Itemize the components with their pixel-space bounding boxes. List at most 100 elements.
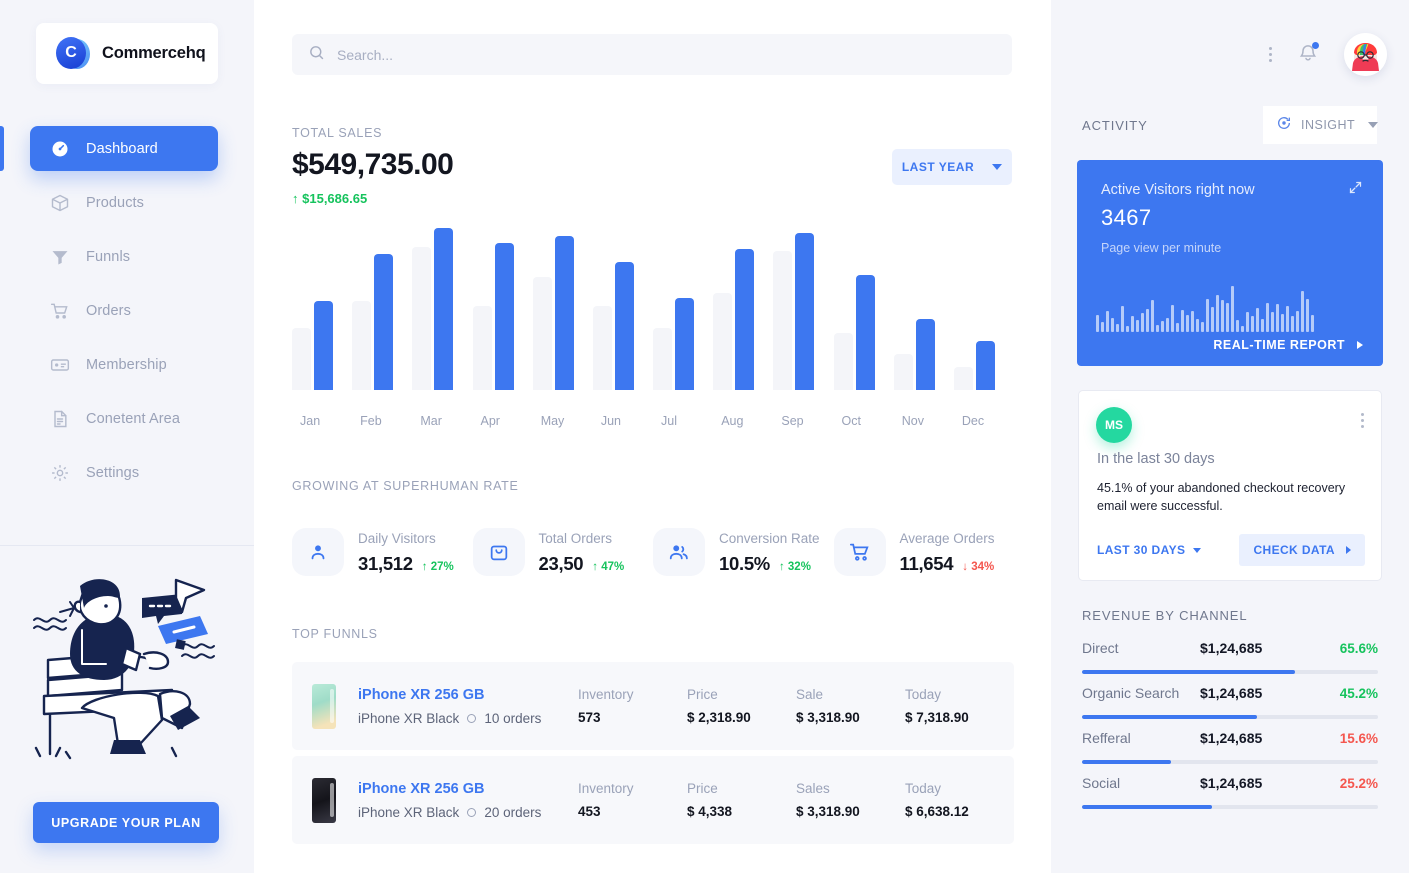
bar-previous-apr[interactable] <box>472 305 492 390</box>
sidebar-item-membership[interactable]: Membership <box>30 342 218 387</box>
bar-previous-mar[interactable] <box>412 247 432 390</box>
insight-dropdown[interactable]: INSIGHT <box>1263 106 1379 144</box>
refresh-insight-icon <box>1276 115 1292 136</box>
bell-icon[interactable] <box>1298 41 1319 68</box>
black-iphone-thumb <box>312 777 336 823</box>
bar-current-sep[interactable] <box>795 232 815 390</box>
sidebar-item-funnls[interactable]: Funnls <box>30 234 218 279</box>
stat-value: 31,512 <box>358 552 413 574</box>
sidebar-item-orders[interactable]: Orders <box>30 288 218 333</box>
sparkline-bar <box>1191 310 1194 332</box>
cart-icon <box>833 528 886 576</box>
realtime-report-label: REAL-TIME REPORT <box>1213 338 1345 352</box>
column-value: $ 3,318.90 <box>795 804 860 819</box>
channel-name: Direct <box>1082 640 1119 656</box>
stat-change: ↑ 47% <box>592 560 625 573</box>
x-tick-apr: Apr <box>480 414 500 428</box>
bar-previous-may[interactable] <box>532 276 552 390</box>
column-header: Price <box>686 687 718 702</box>
bar-current-nov[interactable] <box>915 318 935 390</box>
bar-group <box>472 228 533 390</box>
year-range-select[interactable]: LAST YEAR <box>892 149 1012 185</box>
bar-current-feb[interactable] <box>374 253 394 390</box>
stat-value: 11,654 <box>899 552 954 574</box>
sidebar-item-dashboard[interactable]: Dashboard <box>30 126 218 171</box>
dashboard-app: C Commercehq Dashboard Products Funnls Orde… <box>0 0 1409 873</box>
person-on-bench-illustration <box>22 568 232 768</box>
bar-current-oct[interactable] <box>855 274 875 390</box>
bar-previous-jul[interactable] <box>653 328 673 390</box>
total-sales-label: TOTAL SALES <box>292 126 383 140</box>
bar-current-jul[interactable] <box>675 297 695 390</box>
x-tick-oct: Oct <box>841 414 861 428</box>
active-nav-indicator <box>0 126 4 171</box>
sparkline-bar <box>1226 302 1229 332</box>
last-30-days-label: LAST 30 DAYS <box>1097 543 1186 557</box>
product-title[interactable]: iPhone XR 256 GB <box>358 687 578 703</box>
bar-group <box>773 228 833 390</box>
stat-label: Average Orders <box>899 530 995 546</box>
bar-current-aug[interactable] <box>735 249 755 390</box>
channel-progress-fill <box>1082 670 1296 674</box>
bar-previous-aug[interactable] <box>713 292 733 390</box>
bar-current-jan[interactable] <box>314 300 333 390</box>
product-subtitle: iPhone XR Black 20 orders <box>358 804 542 820</box>
channel-amount: $1,24,685 <box>1200 775 1263 791</box>
table-row[interactable]: iPhone XR 256 GB iPhone XR Black 10 orders… <box>292 662 1014 750</box>
bar-previous-dec[interactable] <box>953 367 973 390</box>
search-input[interactable] <box>337 46 987 63</box>
check-data-button[interactable]: CHECK DATA <box>1239 534 1365 566</box>
sidebar-nav: Dashboard Products Funnls Orders Membership C… <box>30 126 218 504</box>
funnl-col: Today $ 6,638.12 <box>905 781 1014 819</box>
bar-current-dec[interactable] <box>975 341 995 390</box>
stat-label: Conversion Rate <box>719 530 820 546</box>
bar-group <box>893 228 954 390</box>
more-vertical-icon[interactable] <box>1361 413 1364 428</box>
bar-previous-jan[interactable] <box>292 328 311 390</box>
expand-icon[interactable] <box>1348 180 1363 200</box>
search-icon <box>308 44 325 66</box>
sparkline-bar <box>1281 313 1284 332</box>
column-header: Inventory <box>577 687 634 702</box>
stat-conversion-rate: Conversion Rate 10.5% ↑ 32% <box>653 528 834 576</box>
last-30-days-dropdown[interactable]: LAST 30 DAYS <box>1097 543 1202 557</box>
bar-previous-sep[interactable] <box>773 250 793 390</box>
sparkline-bar <box>1151 299 1154 332</box>
search-bar[interactable] <box>292 34 1012 75</box>
sparkline-bar <box>1111 318 1114 332</box>
bar-previous-nov[interactable] <box>893 354 913 390</box>
chevron-down-icon <box>992 164 1003 170</box>
brand-logo[interactable]: C Commercehq <box>36 23 218 84</box>
sidebar-item-label: Dashboard <box>86 140 158 157</box>
more-vertical-icon[interactable] <box>1269 47 1272 62</box>
user-avatar[interactable] <box>1344 33 1387 76</box>
sidebar-item-products[interactable]: Products <box>30 180 218 225</box>
bar-current-apr[interactable] <box>494 242 514 390</box>
bar-current-mar[interactable] <box>434 228 454 390</box>
stat-value: 23,50 <box>538 552 584 574</box>
realtime-report-link[interactable]: REAL-TIME REPORT <box>1213 338 1363 352</box>
bar-current-may[interactable] <box>554 236 574 390</box>
table-row[interactable]: iPhone XR 256 GB iPhone XR Black 20 orders… <box>292 756 1014 844</box>
revenue-by-channel-title: REVENUE BY CHANNEL <box>1082 608 1248 623</box>
channel-row-direct: Direct $1,24,685 65.6% <box>1082 640 1378 674</box>
sidebar-item-settings[interactable]: Settings <box>30 450 218 495</box>
sparkline-bar <box>1156 324 1159 332</box>
x-tick-nov: Nov <box>901 414 924 428</box>
stat-average-orders: Average Orders 11,654 ↓ 34% <box>833 528 1015 576</box>
sidebar-item-conetent-area[interactable]: Conetent Area <box>30 396 218 441</box>
x-tick-jan: Jan <box>300 414 321 428</box>
pageview-sparkline <box>1096 282 1368 332</box>
bar-previous-feb[interactable] <box>352 300 372 390</box>
funnl-col: Price $ 2,318.90 <box>687 687 796 725</box>
bar-current-jun[interactable] <box>614 262 634 390</box>
upgrade-plan-button[interactable]: UPGRADE YOUR PLAN <box>33 802 219 843</box>
sparkline-bar <box>1096 314 1099 332</box>
product-title[interactable]: iPhone XR 256 GB <box>358 781 578 797</box>
bar-previous-oct[interactable] <box>833 333 853 390</box>
sparkline-bar <box>1131 316 1134 332</box>
bar-group <box>713 228 773 390</box>
bar-previous-jun[interactable] <box>592 305 612 390</box>
product-subtitle: iPhone XR Black 10 orders <box>358 710 542 726</box>
bar-group <box>953 228 1014 390</box>
